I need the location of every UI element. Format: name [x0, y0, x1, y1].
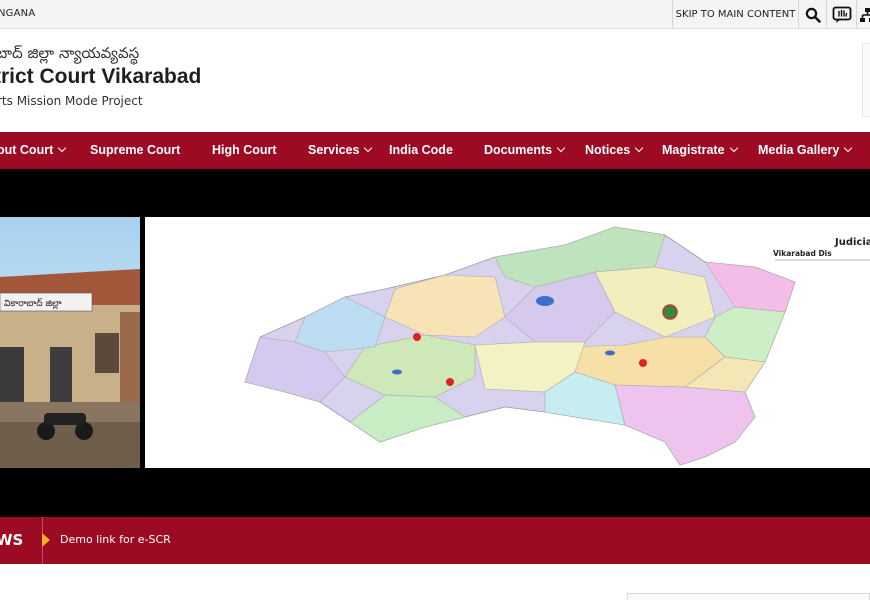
hero-banner: వికారాబాద్ జిల్లా Judicial Vikarabad Dis: [0, 169, 870, 517]
sign-language-icon[interactable]: [826, 0, 856, 29]
chevron-down-icon: [57, 143, 67, 153]
top-utility-bar: NGANA SKIP TO MAIN CONTENT: [0, 0, 870, 29]
nav-item-notices[interactable]: Notices: [585, 132, 644, 169]
nav-item-magistrate[interactable]: Magistrate: [662, 132, 738, 169]
court-building-photo: వికారాబాద్ జిల్లా: [0, 217, 140, 468]
sidebar-panel: [627, 593, 870, 600]
caret-right-icon: [42, 533, 50, 547]
skip-to-main-content-link[interactable]: SKIP TO MAIN CONTENT: [672, 0, 798, 29]
search-icon[interactable]: [798, 0, 826, 29]
nav-item-high-court[interactable]: High Court: [212, 132, 277, 169]
map-title: Judicial: [834, 237, 870, 248]
sitemap-icon[interactable]: [856, 0, 870, 29]
map-subtitle: Vikarabad Dis: [773, 249, 832, 258]
nav-item-about-court[interactable]: out Court: [0, 132, 67, 169]
building-sign-text: వికారాబాద్ జిల్లా: [4, 298, 62, 310]
site-header: బాద్ జిల్లా న్యాయవ్యవస్థ trict Court Vik…: [0, 29, 870, 132]
district-map-image: Judicial Vikarabad Dis: [145, 217, 870, 468]
nav-item-media-gallery[interactable]: Media Gallery: [758, 132, 853, 169]
page-title[interactable]: trict Court Vikarabad: [0, 65, 201, 89]
state-name: NGANA: [0, 8, 36, 19]
page-subtitle: rts Mission Mode Project: [0, 94, 143, 108]
main-navigation: out Court Supreme Court High Court Servi…: [0, 132, 870, 169]
chevron-down-icon: [729, 143, 738, 153]
chevron-down-icon: [844, 143, 853, 153]
news-item-link[interactable]: Demo link for e-SCR: [60, 533, 171, 546]
chevron-down-icon: [556, 143, 566, 153]
nav-item-documents[interactable]: Documents: [484, 132, 566, 169]
chevron-down-icon: [634, 143, 644, 153]
nav-item-supreme-court[interactable]: Supreme Court: [90, 132, 180, 169]
news-ticker: WS Demo link for e-SCR: [0, 517, 870, 564]
nav-item-services[interactable]: Services: [308, 132, 373, 169]
telugu-title: బాద్ జిల్లా న్యాయవ్యవస్థ: [0, 44, 140, 62]
nav-item-india-code[interactable]: India Code: [389, 132, 453, 169]
news-label: WS: [0, 531, 24, 549]
chevron-down-icon: [364, 143, 373, 153]
emblem-logo: [862, 43, 870, 117]
